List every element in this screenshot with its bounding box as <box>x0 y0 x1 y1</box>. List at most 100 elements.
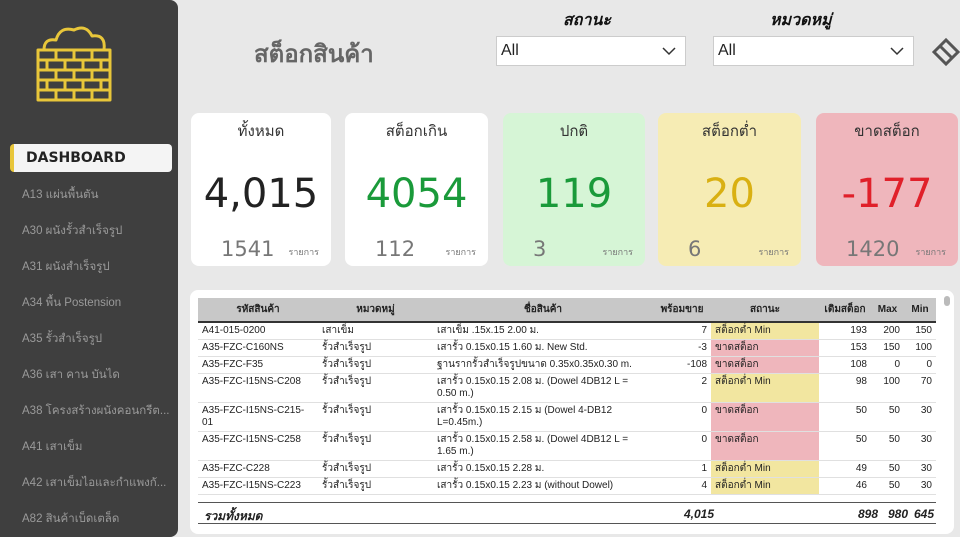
cell-category: เสาเข็ม <box>318 322 433 340</box>
clear-filters-eraser-icon[interactable] <box>930 36 960 66</box>
cell-available: 4 <box>653 477 711 495</box>
nav-item-a42[interactable]: A42 เสาเข็มไอและกำแพงกั... <box>22 474 172 492</box>
cell-code: A41-015-0200 <box>198 322 318 340</box>
cell-status: สต็อกต่ำ Min <box>711 373 819 403</box>
table-row[interactable]: A35-FZC-I15NS-C258 รั้วสำเร็จรูป เสารั้ว 0… <box>198 431 936 461</box>
table-row[interactable]: A35-FZC-I15NS-C223 รั้วสำเร็จรูป เสารั้ว 0… <box>198 477 936 495</box>
total-label: รวมทั้งหมด <box>204 509 263 523</box>
col-header-category[interactable]: หมวดหมู่ <box>318 298 433 323</box>
nav-item-a82[interactable]: A82 สินค้าเบ็ดเตล็ด <box>22 510 172 528</box>
sidebar: DASHBOARD A13 แผ่นพื้นตัน A30 ผนังรั้วสำ… <box>0 0 178 537</box>
cell-max: 200 <box>871 322 904 340</box>
kpi-label: ปกติ <box>559 122 589 140</box>
table-row[interactable]: A35-FZC-F35 รั้วสำเร็จรูป ฐานรากรั้วสำเร็จ… <box>198 356 936 374</box>
nav-dashboard[interactable]: DASHBOARD <box>10 144 172 172</box>
nav-item-a34[interactable]: A34 พื้น Postension <box>22 294 172 312</box>
kpi-card-total: ทั้งหมด 4,015 1541 รายการ <box>191 113 331 266</box>
cell-status: สต็อกต่ำ Min <box>711 477 819 495</box>
cell-min: 30 <box>904 460 936 478</box>
nav-item-a13[interactable]: A13 แผ่นพื้นตัน <box>22 186 172 204</box>
cell-refill: 46 <box>819 477 871 495</box>
cell-category: รั้วสำเร็จรูป <box>318 477 433 495</box>
cell-refill: 49 <box>819 460 871 478</box>
nav-item-a38[interactable]: A38 โครงสร้างผนังคอนกรีต... <box>22 402 172 420</box>
cell-min: 30 <box>904 402 936 432</box>
cell-refill: 98 <box>819 373 871 403</box>
col-header-name[interactable]: ชื่อสินค้า <box>433 298 653 323</box>
total-min: 645 <box>913 507 934 521</box>
cell-available: -3 <box>653 339 711 357</box>
nav-item-a36[interactable]: A36 เสา คาน บันได <box>22 366 172 384</box>
kpi-card-normal: ปกติ 119 3 รายการ <box>503 113 645 266</box>
cell-name: เสารั้ว 0.15x0.15 2.15 ม (Dowel 4-DB12 L… <box>433 402 653 432</box>
kpi-value: 20 <box>704 171 755 217</box>
stock-table-panel: รหัสสินค้า หมวดหมู่ ชื่อสินค้า พร้อมขาย … <box>190 290 954 534</box>
cell-max: 50 <box>871 477 904 495</box>
kpi-value: 4054 <box>365 171 468 217</box>
kpi-card-low-stock: สต็อกต่ำ 20 6 รายการ <box>658 113 801 266</box>
cell-refill: 153 <box>819 339 871 357</box>
kpi-card-overstock: สต็อกเกิน 4054 112 รายการ <box>345 113 488 266</box>
cell-code: A35-FZC-F35 <box>198 356 318 374</box>
table-row[interactable]: A35-FZC-I15NS-C208 รั้วสำเร็จรูป เสารั้ว 0… <box>198 373 936 403</box>
kpi-label: ขาดสต็อก <box>854 122 920 140</box>
table-row[interactable]: A35-FZC-I15NS-C215-01 รั้วสำเร็จรูป เสารั้… <box>198 402 936 432</box>
kpi-count: 1541 <box>221 237 275 261</box>
table-total-row: รวมทั้งหมด 4,015 898 980 645 <box>198 502 936 524</box>
col-header-max[interactable]: Max <box>871 298 904 323</box>
table-row[interactable]: A35-FZC-C228 รั้วสำเร็จรูป เสารั้ว 0.15x0.… <box>198 460 936 478</box>
cell-status: สต็อกต่ำ Min <box>711 460 819 478</box>
cell-available: -108 <box>653 356 711 374</box>
cell-min: 100 <box>904 339 936 357</box>
cell-min: 70 <box>904 373 936 403</box>
kpi-label: สต็อกต่ำ <box>701 122 758 140</box>
cell-min: 30 <box>904 431 936 461</box>
table-row[interactable]: A35-FZC-C160NS รั้วสำเร็จรูป เสารั้ว 0.15x… <box>198 339 936 357</box>
cell-name: เสารั้ว 0.15x0.15 2.58 ม. (Dowel 4DB12 L… <box>433 431 653 461</box>
kpi-label: ทั้งหมด <box>237 122 285 140</box>
cell-status: ขาดสต็อก <box>711 339 819 357</box>
table-scrollbar[interactable] <box>944 296 950 306</box>
nav-item-a35[interactable]: A35 รั้วสำเร็จรูป <box>22 330 172 348</box>
cell-max: 150 <box>871 339 904 357</box>
cell-available: 7 <box>653 322 711 340</box>
cell-code: A35-FZC-I15NS-C215-01 <box>198 402 318 432</box>
status-filter-label: สถานะ <box>563 10 611 29</box>
col-header-code[interactable]: รหัสสินค้า <box>198 298 318 323</box>
col-header-status[interactable]: สถานะ <box>711 298 819 323</box>
col-header-available[interactable]: พร้อมขาย <box>653 298 711 323</box>
kpi-value: -177 <box>841 171 933 217</box>
cell-category: รั้วสำเร็จรูป <box>318 356 433 374</box>
category-filter-select[interactable]: All <box>713 36 914 66</box>
cell-code: A35-FZC-I15NS-C258 <box>198 431 318 461</box>
nav-item-a41[interactable]: A41 เสาเข็ม <box>22 438 172 456</box>
cell-status: ขาดสต็อก <box>711 402 819 432</box>
cell-max: 50 <box>871 431 904 461</box>
cell-category: รั้วสำเร็จรูป <box>318 373 433 403</box>
cell-code: A35-FZC-C228 <box>198 460 318 478</box>
kpi-count: 1420 <box>846 237 900 261</box>
col-header-refill[interactable]: เติมสต็อก <box>819 298 871 323</box>
cell-min: 0 <box>904 356 936 374</box>
nav-item-a31[interactable]: A31 ผนังสำเร็จรูป <box>22 258 172 276</box>
cell-code: A35-FZC-I15NS-C223 <box>198 477 318 495</box>
cell-min: 150 <box>904 322 936 340</box>
brick-wall-logo-icon <box>36 26 112 102</box>
cell-min: 30 <box>904 477 936 495</box>
table-row[interactable]: A41-015-0200 เสาเข็ม เสาเข็ม .15x.15 2.00 … <box>198 322 936 340</box>
chevron-down-icon <box>662 47 676 56</box>
kpi-unit: รายการ <box>602 248 634 258</box>
kpi-count: 3 <box>533 237 547 261</box>
col-header-min[interactable]: Min <box>904 298 936 323</box>
nav-item-a30[interactable]: A30 ผนังรั้วสำเร็จรูป <box>22 222 172 240</box>
cell-max: 100 <box>871 373 904 403</box>
cell-category: รั้วสำเร็จรูป <box>318 402 433 432</box>
kpi-label: สต็อกเกิน <box>385 122 448 140</box>
category-filter-value: All <box>718 42 736 59</box>
cell-available: 0 <box>653 402 711 432</box>
total-refill: 898 <box>857 507 878 521</box>
cell-name: เสารั้ว 0.15x0.15 1.60 ม. New Std. <box>433 339 653 357</box>
cell-category: รั้วสำเร็จรูป <box>318 339 433 357</box>
status-filter-select[interactable]: All <box>496 36 686 66</box>
cell-status: สต็อกต่ำ Min <box>711 322 819 340</box>
